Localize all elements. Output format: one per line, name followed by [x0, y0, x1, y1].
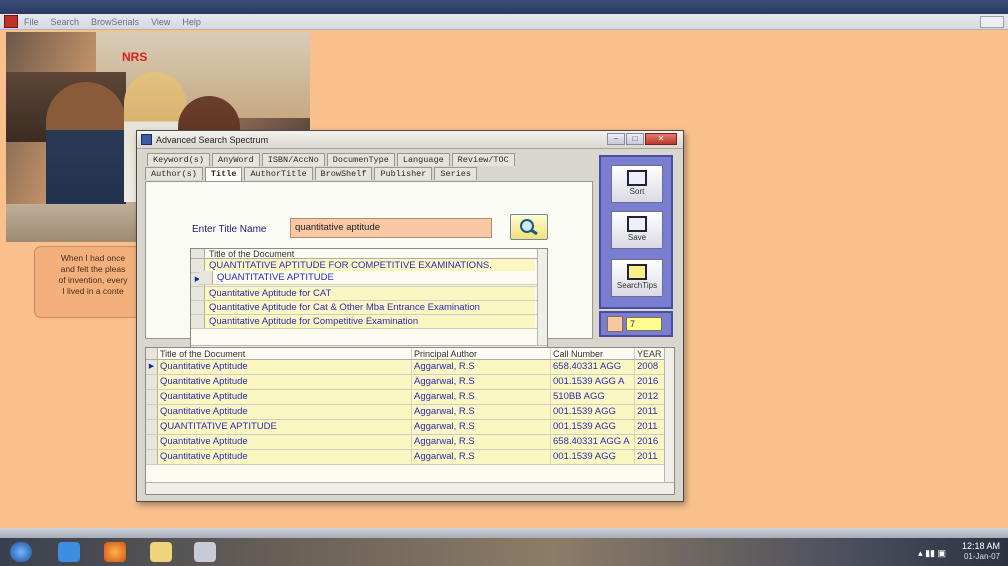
tab-isbn-accno[interactable]: ISBN/AccNo — [261, 153, 325, 166]
menubar: File Search BrowSerials View Help — [0, 14, 1008, 30]
tab-keyword[interactable]: Keyword(s) — [147, 153, 211, 166]
sort-icon — [627, 170, 647, 186]
firefox-icon[interactable] — [104, 542, 126, 562]
table-row[interactable]: Quantitative Aptitude Aggarwal, R.S 001.… — [146, 375, 674, 390]
status-band — [0, 528, 1008, 538]
search-panel: Keyword(s) AnyWord ISBN/AccNo DocumenTyp… — [145, 153, 593, 356]
column-header-year[interactable]: YEAR — [635, 348, 665, 359]
menu-help[interactable]: Help — [182, 17, 201, 27]
window-controls[interactable] — [980, 16, 1004, 28]
clock-time: 12:18 AM — [961, 541, 1000, 551]
list-item[interactable]: Quantitative Aptitude for Competitive Ex… — [191, 315, 547, 329]
results-vertical-scrollbar[interactable] — [664, 348, 674, 482]
table-row[interactable]: Quantitative Aptitude Aggarwal, R.S 658.… — [146, 435, 674, 450]
tab-review-toc[interactable]: Review/TOC — [451, 153, 515, 166]
list-item[interactable]: Quantitative Aptitude for CAT — [191, 287, 547, 301]
result-counter-panel: 7 — [599, 311, 673, 337]
start-button-icon[interactable] — [10, 542, 32, 562]
maximize-button[interactable]: □ — [626, 133, 644, 145]
table-row[interactable]: Quantitative Aptitude Aggarwal, R.S 001.… — [146, 405, 674, 420]
menu-browserials[interactable]: BrowSerials — [91, 17, 139, 27]
results-header: Title of the Document Principal Author C… — [146, 348, 674, 360]
title-tab-panel: Enter Title Name quantitative aptitude T… — [145, 181, 593, 356]
table-row[interactable]: Quantitative Aptitude Aggarwal, R.S 510B… — [146, 390, 674, 405]
tab-title[interactable]: Title — [204, 167, 243, 181]
taskbar: ▴ ▮▮ ▣ 12:18 AM 01-Jan-07 — [0, 538, 1008, 566]
quote-line: I lived in a conte — [62, 286, 124, 296]
tabs-row-2: Author(s) Title AuthorTitle BrowShelf Pu… — [145, 167, 479, 181]
quote-bubble: When I had once and felt the pleas of in… — [34, 246, 152, 318]
floppy-disk-icon — [627, 216, 647, 232]
app-icon[interactable] — [4, 15, 18, 28]
search-button[interactable] — [510, 214, 548, 240]
tab-publisher[interactable]: Publisher — [374, 167, 433, 180]
advanced-search-dialog: Advanced Search Spectrum – □ ✕ Keyword(s… — [136, 130, 684, 502]
results-grid: Title of the Document Principal Author C… — [145, 347, 675, 495]
internet-explorer-icon[interactable] — [58, 542, 80, 562]
row-pointer-icon: ▶ — [146, 360, 158, 374]
app-title-strip — [0, 0, 1008, 14]
tab-anyword[interactable]: AnyWord — [212, 153, 260, 166]
dialog-titlebar[interactable]: Advanced Search Spectrum – □ ✕ — [137, 131, 683, 149]
column-header-call-number[interactable]: Call Number — [551, 348, 635, 359]
table-row-selected[interactable]: ▶ Quantitative Aptitude Aggarwal, R.S 65… — [146, 360, 674, 375]
list-item[interactable]: QUANTITATIVE APTITUDE — [199, 271, 547, 285]
quote-line: and felt the pleas — [60, 264, 126, 274]
menu-file[interactable]: File — [24, 17, 39, 27]
tab-browshelf[interactable]: BrowShelf — [314, 167, 373, 180]
minimize-button[interactable]: – — [607, 133, 625, 145]
taskbar-clock[interactable]: 12:18 AM 01-Jan-07 — [962, 541, 1000, 562]
result-count: 7 — [626, 317, 662, 331]
search-tips-button[interactable]: SearchTips — [611, 259, 663, 297]
menu-view[interactable]: View — [151, 17, 170, 27]
close-button[interactable]: ✕ — [645, 133, 677, 145]
title-input[interactable]: quantitative aptitude — [290, 218, 492, 238]
column-header-author[interactable]: Principal Author — [412, 348, 551, 359]
system-tray-icons[interactable]: ▴ ▮▮ ▣ — [918, 548, 946, 559]
tab-author[interactable]: Author(s) — [145, 167, 203, 180]
results-horizontal-scrollbar[interactable] — [146, 482, 674, 494]
column-header-title[interactable]: Title of the Document — [205, 249, 294, 259]
list-item[interactable]: Quantitative Aptitude for Cat & Other Mb… — [191, 301, 547, 315]
title-list-header: Title of the Document — [191, 249, 547, 259]
column-header-title[interactable]: Title of the Document — [158, 348, 412, 359]
tabs-row-1: Keyword(s) AnyWord ISBN/AccNo DocumenTyp… — [147, 153, 517, 166]
magnifier-icon — [520, 219, 538, 236]
dialog-title: Advanced Search Spectrum — [156, 134, 269, 145]
avatar-icon — [607, 316, 623, 332]
quote-line: When I had once — [60, 253, 126, 263]
table-row[interactable]: QUANTITATIVE APTITUDE Aggarwal, R.S 001.… — [146, 420, 674, 435]
clock-date: 01-Jan-07 — [963, 552, 1000, 561]
dialog-app-icon — [141, 134, 152, 145]
save-button[interactable]: Save — [611, 211, 663, 249]
quote-line: of invention, every — [58, 275, 128, 285]
file-explorer-icon[interactable] — [150, 542, 172, 562]
title-field-label: Enter Title Name — [192, 224, 267, 235]
tab-series[interactable]: Series — [434, 167, 477, 180]
action-panel: Sort Save SearchTips — [599, 155, 673, 309]
title-list-grid: Title of the Document QUANTITATIVE APTIT… — [190, 248, 548, 356]
library-app-icon[interactable] — [194, 542, 216, 562]
sort-button[interactable]: Sort — [611, 165, 663, 203]
magnifier-icon — [627, 264, 647, 280]
menu-search[interactable]: Search — [51, 17, 80, 27]
tab-authortitle[interactable]: AuthorTitle — [244, 167, 313, 180]
tab-documenttype[interactable]: DocumenType — [326, 153, 395, 166]
nrs-logo: NRS — [122, 50, 148, 64]
title-list-vertical-scrollbar[interactable] — [537, 249, 547, 347]
tab-language[interactable]: Language — [396, 153, 450, 166]
table-row[interactable]: Quantitative Aptitude Aggarwal, R.S 001.… — [146, 450, 674, 465]
